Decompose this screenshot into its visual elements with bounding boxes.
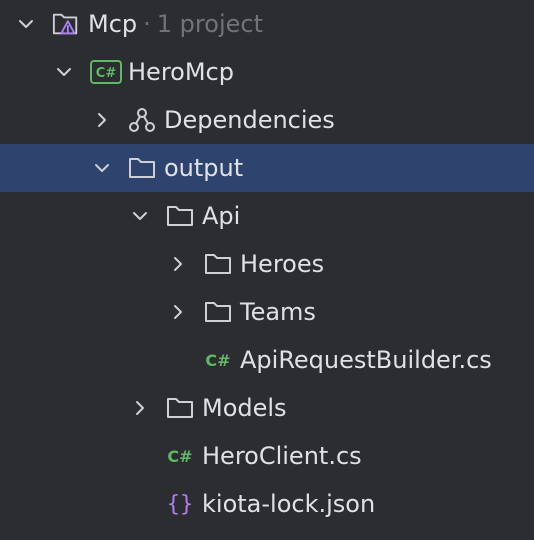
- tree-row-kiota-lock-file[interactable]: {} kiota-lock.json: [0, 480, 534, 528]
- chevron-down-icon[interactable]: [91, 157, 113, 179]
- csharp-file-icon: C#: [205, 350, 231, 370]
- tree-row-models-folder[interactable]: Models: [0, 384, 534, 432]
- tree-label: ApiRequestBuilder.cs: [240, 346, 492, 374]
- folder-icon: [166, 202, 194, 230]
- tree-label: Dependencies: [164, 106, 335, 134]
- csharp-file-icon: C#: [167, 446, 193, 466]
- chevron-right-icon[interactable]: [91, 109, 113, 131]
- chevron-down-icon[interactable]: [15, 13, 37, 35]
- tree-label: HeroMcp: [128, 58, 234, 86]
- svg-text:C#: C#: [96, 66, 117, 81]
- chevron-right-icon[interactable]: [167, 301, 189, 323]
- csharp-project-icon: C#: [90, 58, 122, 86]
- tree-row-heroes-folder[interactable]: Heroes: [0, 240, 534, 288]
- json-file-icon: {}: [166, 491, 194, 517]
- tree-row-api-folder[interactable]: Api: [0, 192, 534, 240]
- tree-row-heroclient-file[interactable]: C# HeroClient.cs: [0, 432, 534, 480]
- tree-label: kiota-lock.json: [202, 490, 376, 518]
- folder-icon: [166, 394, 194, 422]
- tree-row-dependencies[interactable]: Dependencies: [0, 96, 534, 144]
- tree-label: Heroes: [240, 250, 325, 278]
- tree-row-mcp-solution[interactable]: Mcp · 1 project: [0, 0, 534, 48]
- project-tree: Mcp · 1 project C# HeroMcp Dependencies …: [0, 0, 534, 540]
- tree-row-teams-folder[interactable]: Teams: [0, 288, 534, 336]
- tree-label: HeroClient.cs: [202, 442, 362, 470]
- tree-label: Api: [202, 202, 241, 230]
- separator-dot: ·: [143, 10, 151, 38]
- tree-label: Models: [202, 394, 287, 422]
- chevron-down-icon[interactable]: [129, 205, 151, 227]
- folder-icon: [204, 250, 232, 278]
- project-count-hint: 1 project: [156, 10, 263, 38]
- folder-icon: [204, 298, 232, 326]
- tree-label: Mcp: [88, 10, 138, 38]
- folder-icon: [128, 154, 156, 182]
- chevron-right-icon[interactable]: [129, 397, 151, 419]
- tree-label: Teams: [240, 298, 316, 326]
- tree-row-output-folder[interactable]: output: [0, 144, 534, 192]
- tree-row-apirequestbuilder-file[interactable]: C# ApiRequestBuilder.cs: [0, 336, 534, 384]
- chevron-right-icon[interactable]: [167, 253, 189, 275]
- tree-row-heromcp-project[interactable]: C# HeroMcp: [0, 48, 534, 96]
- tree-label: output: [164, 154, 244, 182]
- chevron-down-icon[interactable]: [53, 61, 75, 83]
- solution-folder-icon: [52, 10, 80, 38]
- dependencies-icon: [128, 106, 156, 134]
